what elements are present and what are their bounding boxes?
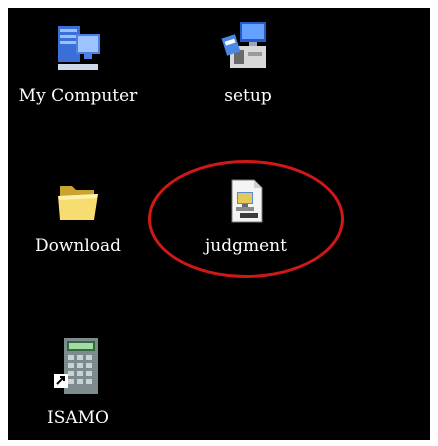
- desktop-icon-setup[interactable]: setup: [188, 20, 308, 106]
- desktop-icon-isamo[interactable]: ISAMO: [18, 336, 138, 428]
- setup-installer-icon: [221, 22, 266, 68]
- desktop-icon-label: My Computer: [18, 86, 138, 106]
- selection-highlight-ellipse: [148, 160, 344, 278]
- desktop-icon-label: setup: [224, 86, 272, 106]
- desktop-icon-download[interactable]: Download: [18, 176, 138, 256]
- desktop-icon-my-computer[interactable]: My Computer: [18, 20, 138, 106]
- desktop-icon-label: ISAMO: [47, 408, 109, 428]
- folder-icon: [58, 186, 98, 220]
- my-computer-icon: [58, 26, 100, 70]
- desktop-icon-label: Download: [34, 236, 122, 256]
- calculator-shortcut-icon: [54, 338, 98, 394]
- desktop: My Computer setup Download judgment ISAM…: [8, 8, 430, 440]
